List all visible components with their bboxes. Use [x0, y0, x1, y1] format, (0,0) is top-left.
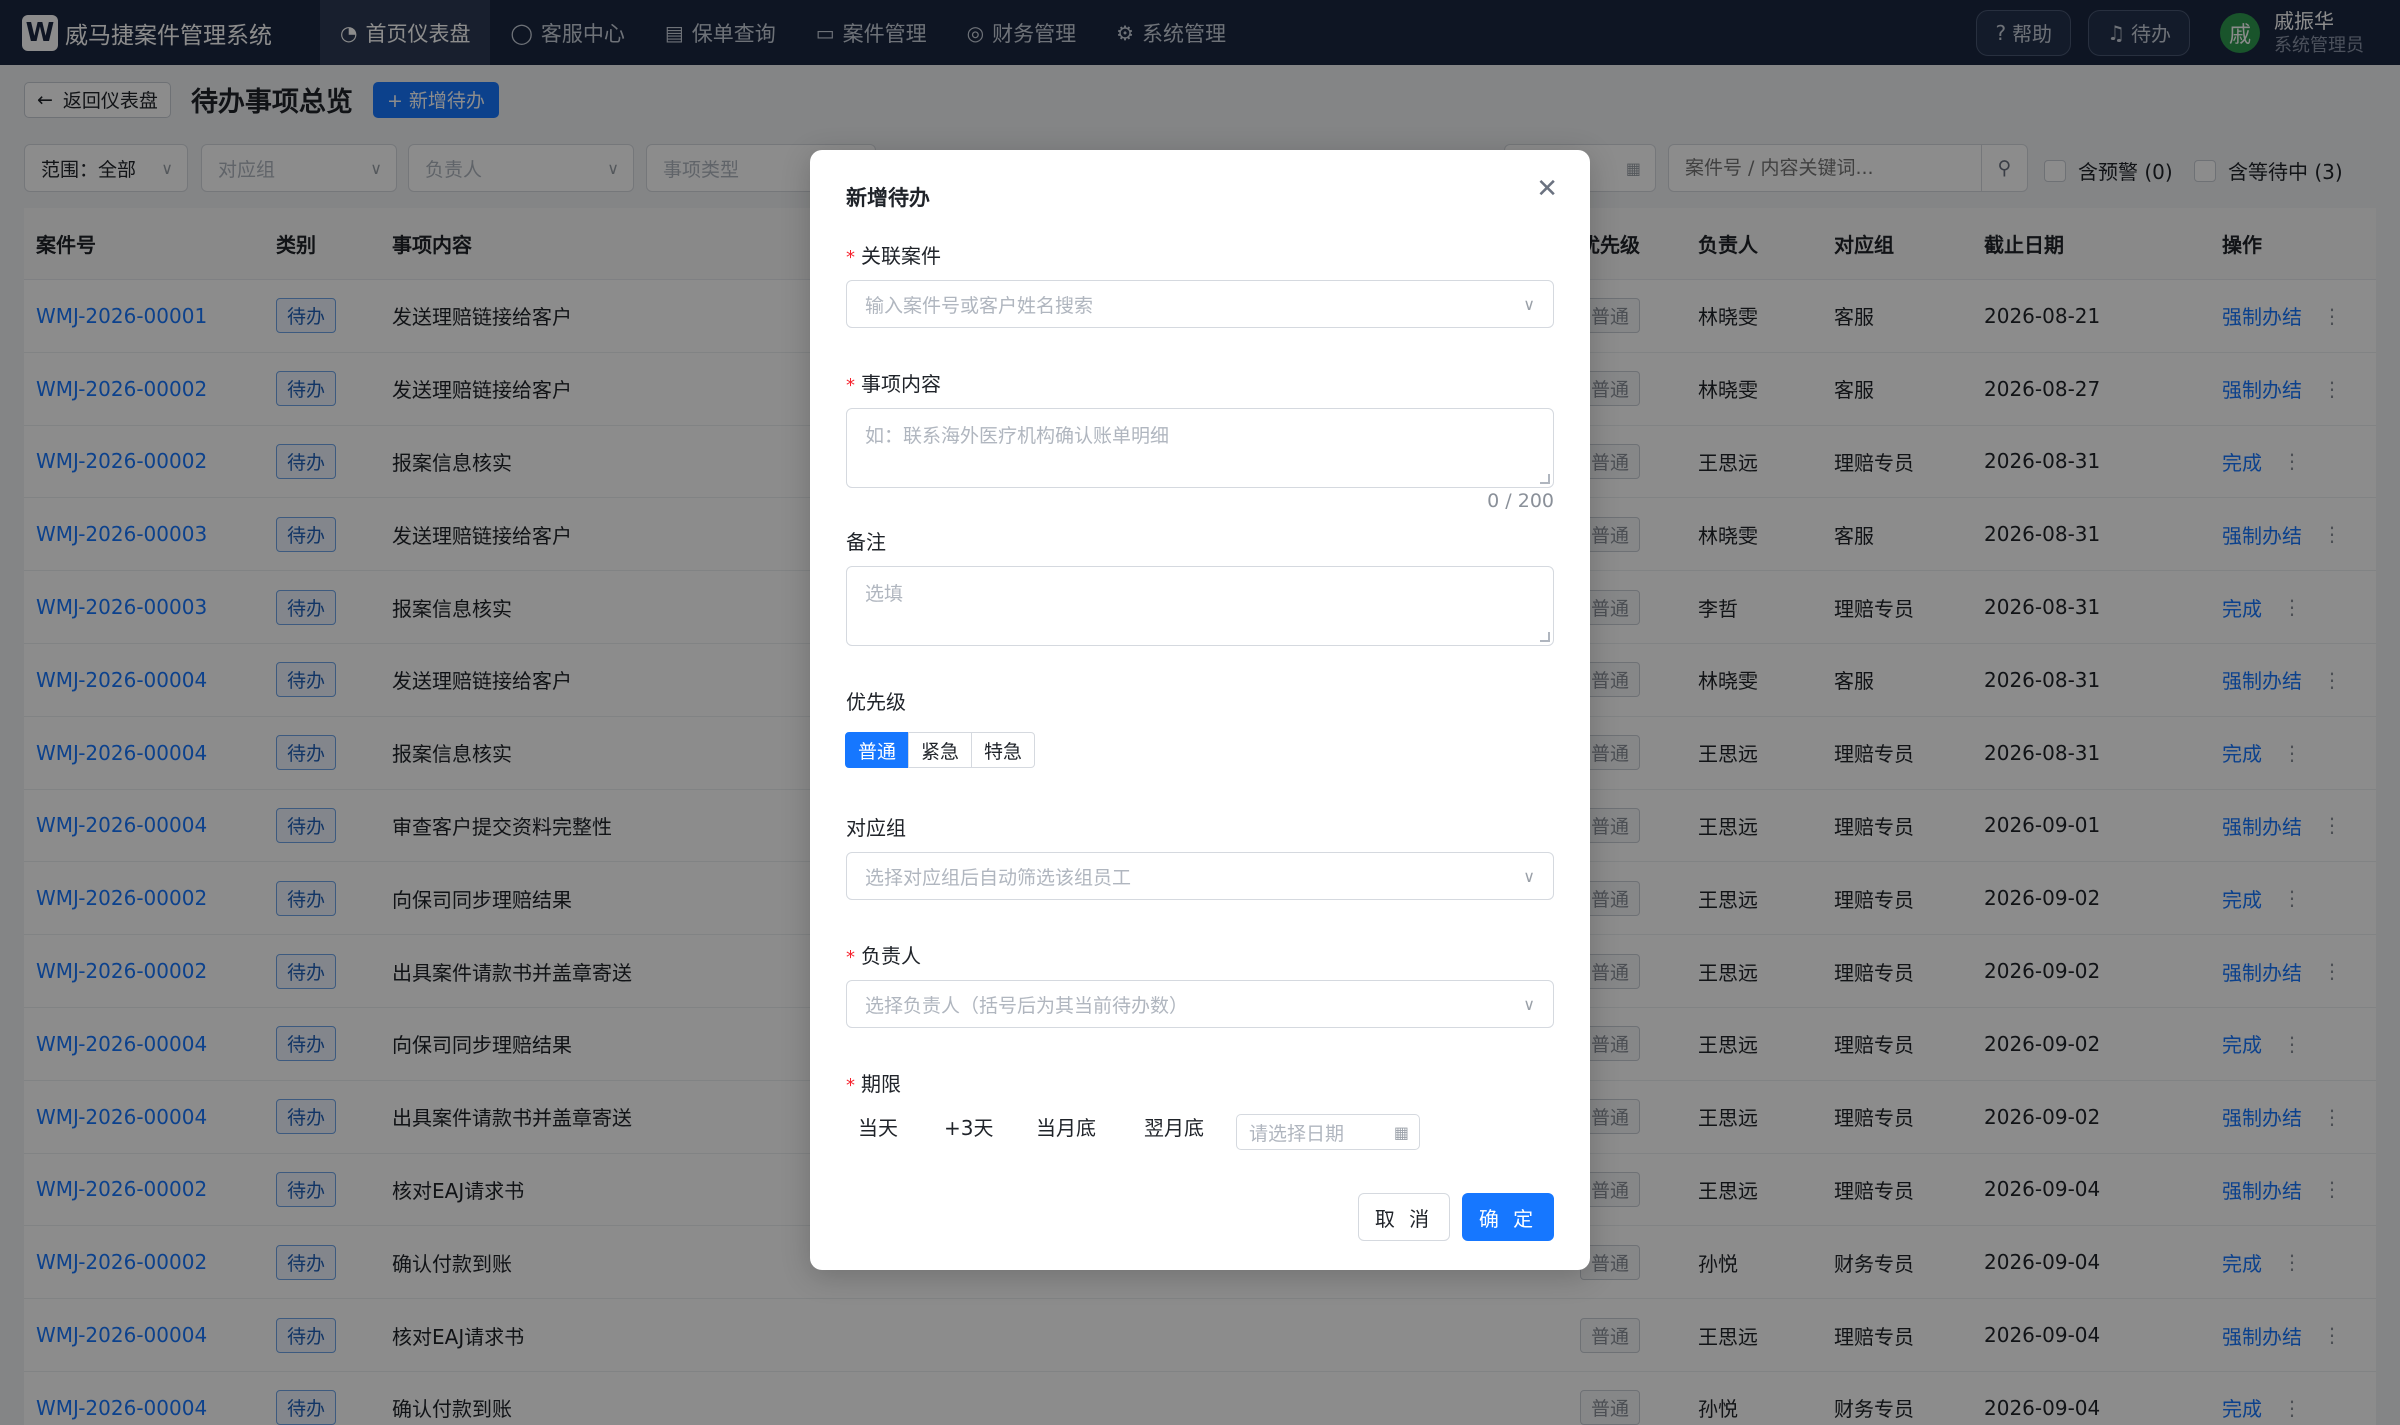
- resize-handle-icon[interactable]: [1540, 632, 1550, 642]
- close-icon[interactable]: ✕: [1536, 174, 1558, 204]
- date-placeholder: 请选择日期: [1249, 1122, 1345, 1145]
- owner-label-text: 负责人: [861, 944, 921, 968]
- content-label-text: 事项内容: [861, 372, 941, 396]
- priority-segmented: 普通 紧急 特急: [845, 732, 1036, 768]
- priority-option-normal[interactable]: 普通: [845, 732, 910, 768]
- group-placeholder: 选择对应组后自动筛选该组员工: [865, 866, 1132, 889]
- note-placeholder: 选填: [865, 583, 904, 605]
- priority-option-critical[interactable]: 特急: [971, 732, 1036, 768]
- required-mark: *: [846, 1075, 855, 1096]
- quick-date-today[interactable]: 当天: [858, 1112, 898, 1141]
- group-select[interactable]: 选择对应组后自动筛选该组员工 ∨: [846, 852, 1554, 900]
- add-todo-dialog: 新增待办 ✕ * 关联案件 输入案件号或客户姓名搜索 ∨ * 事项内容 如：联系海外医…: [810, 150, 1590, 1270]
- chevron-down-icon: ∨: [1523, 866, 1535, 886]
- required-mark: *: [846, 947, 855, 968]
- deadline-label-text: 期限: [861, 1072, 901, 1096]
- case-search-select[interactable]: 输入案件号或客户姓名搜索 ∨: [846, 280, 1554, 328]
- content-textarea[interactable]: 如：联系海外医疗机构确认账单明细: [846, 408, 1554, 488]
- case-placeholder: 输入案件号或客户姓名搜索: [865, 294, 1094, 317]
- note-label: 备注: [846, 530, 886, 554]
- content-placeholder: 如：联系海外医疗机构确认账单明细: [865, 425, 1170, 447]
- confirm-button[interactable]: 确 定: [1462, 1193, 1554, 1241]
- owner-select[interactable]: 选择负责人（括号后为其当前待办数） ∨: [846, 980, 1554, 1028]
- content-counter: 0 / 200: [1487, 490, 1554, 512]
- group-label: 对应组: [846, 816, 906, 840]
- case-label: * 关联案件: [846, 240, 941, 269]
- chevron-down-icon: ∨: [1523, 294, 1535, 314]
- case-label-text: 关联案件: [861, 244, 941, 268]
- chevron-down-icon: ∨: [1523, 994, 1535, 1014]
- owner-label: * 负责人: [846, 940, 921, 969]
- quick-date-next-month-end[interactable]: 翌月底: [1144, 1112, 1204, 1141]
- owner-placeholder: 选择负责人（括号后为其当前待办数）: [865, 994, 1189, 1017]
- deadline-label: * 期限: [846, 1068, 901, 1097]
- calendar-icon: ▦: [1393, 1122, 1409, 1142]
- quick-date-plus3[interactable]: +3天: [944, 1112, 993, 1141]
- resize-handle-icon[interactable]: [1540, 474, 1550, 484]
- quick-date-month-end[interactable]: 当月底: [1036, 1112, 1096, 1141]
- date-picker[interactable]: 请选择日期 ▦: [1236, 1114, 1420, 1150]
- required-mark: *: [846, 375, 855, 396]
- note-textarea[interactable]: 选填: [846, 566, 1554, 646]
- content-label: * 事项内容: [846, 368, 941, 397]
- cancel-button[interactable]: 取 消: [1358, 1193, 1450, 1241]
- priority-label: 优先级: [846, 690, 906, 714]
- priority-option-urgent[interactable]: 紧急: [908, 732, 973, 768]
- required-mark: *: [846, 247, 855, 268]
- dialog-title: 新增待办: [846, 186, 930, 210]
